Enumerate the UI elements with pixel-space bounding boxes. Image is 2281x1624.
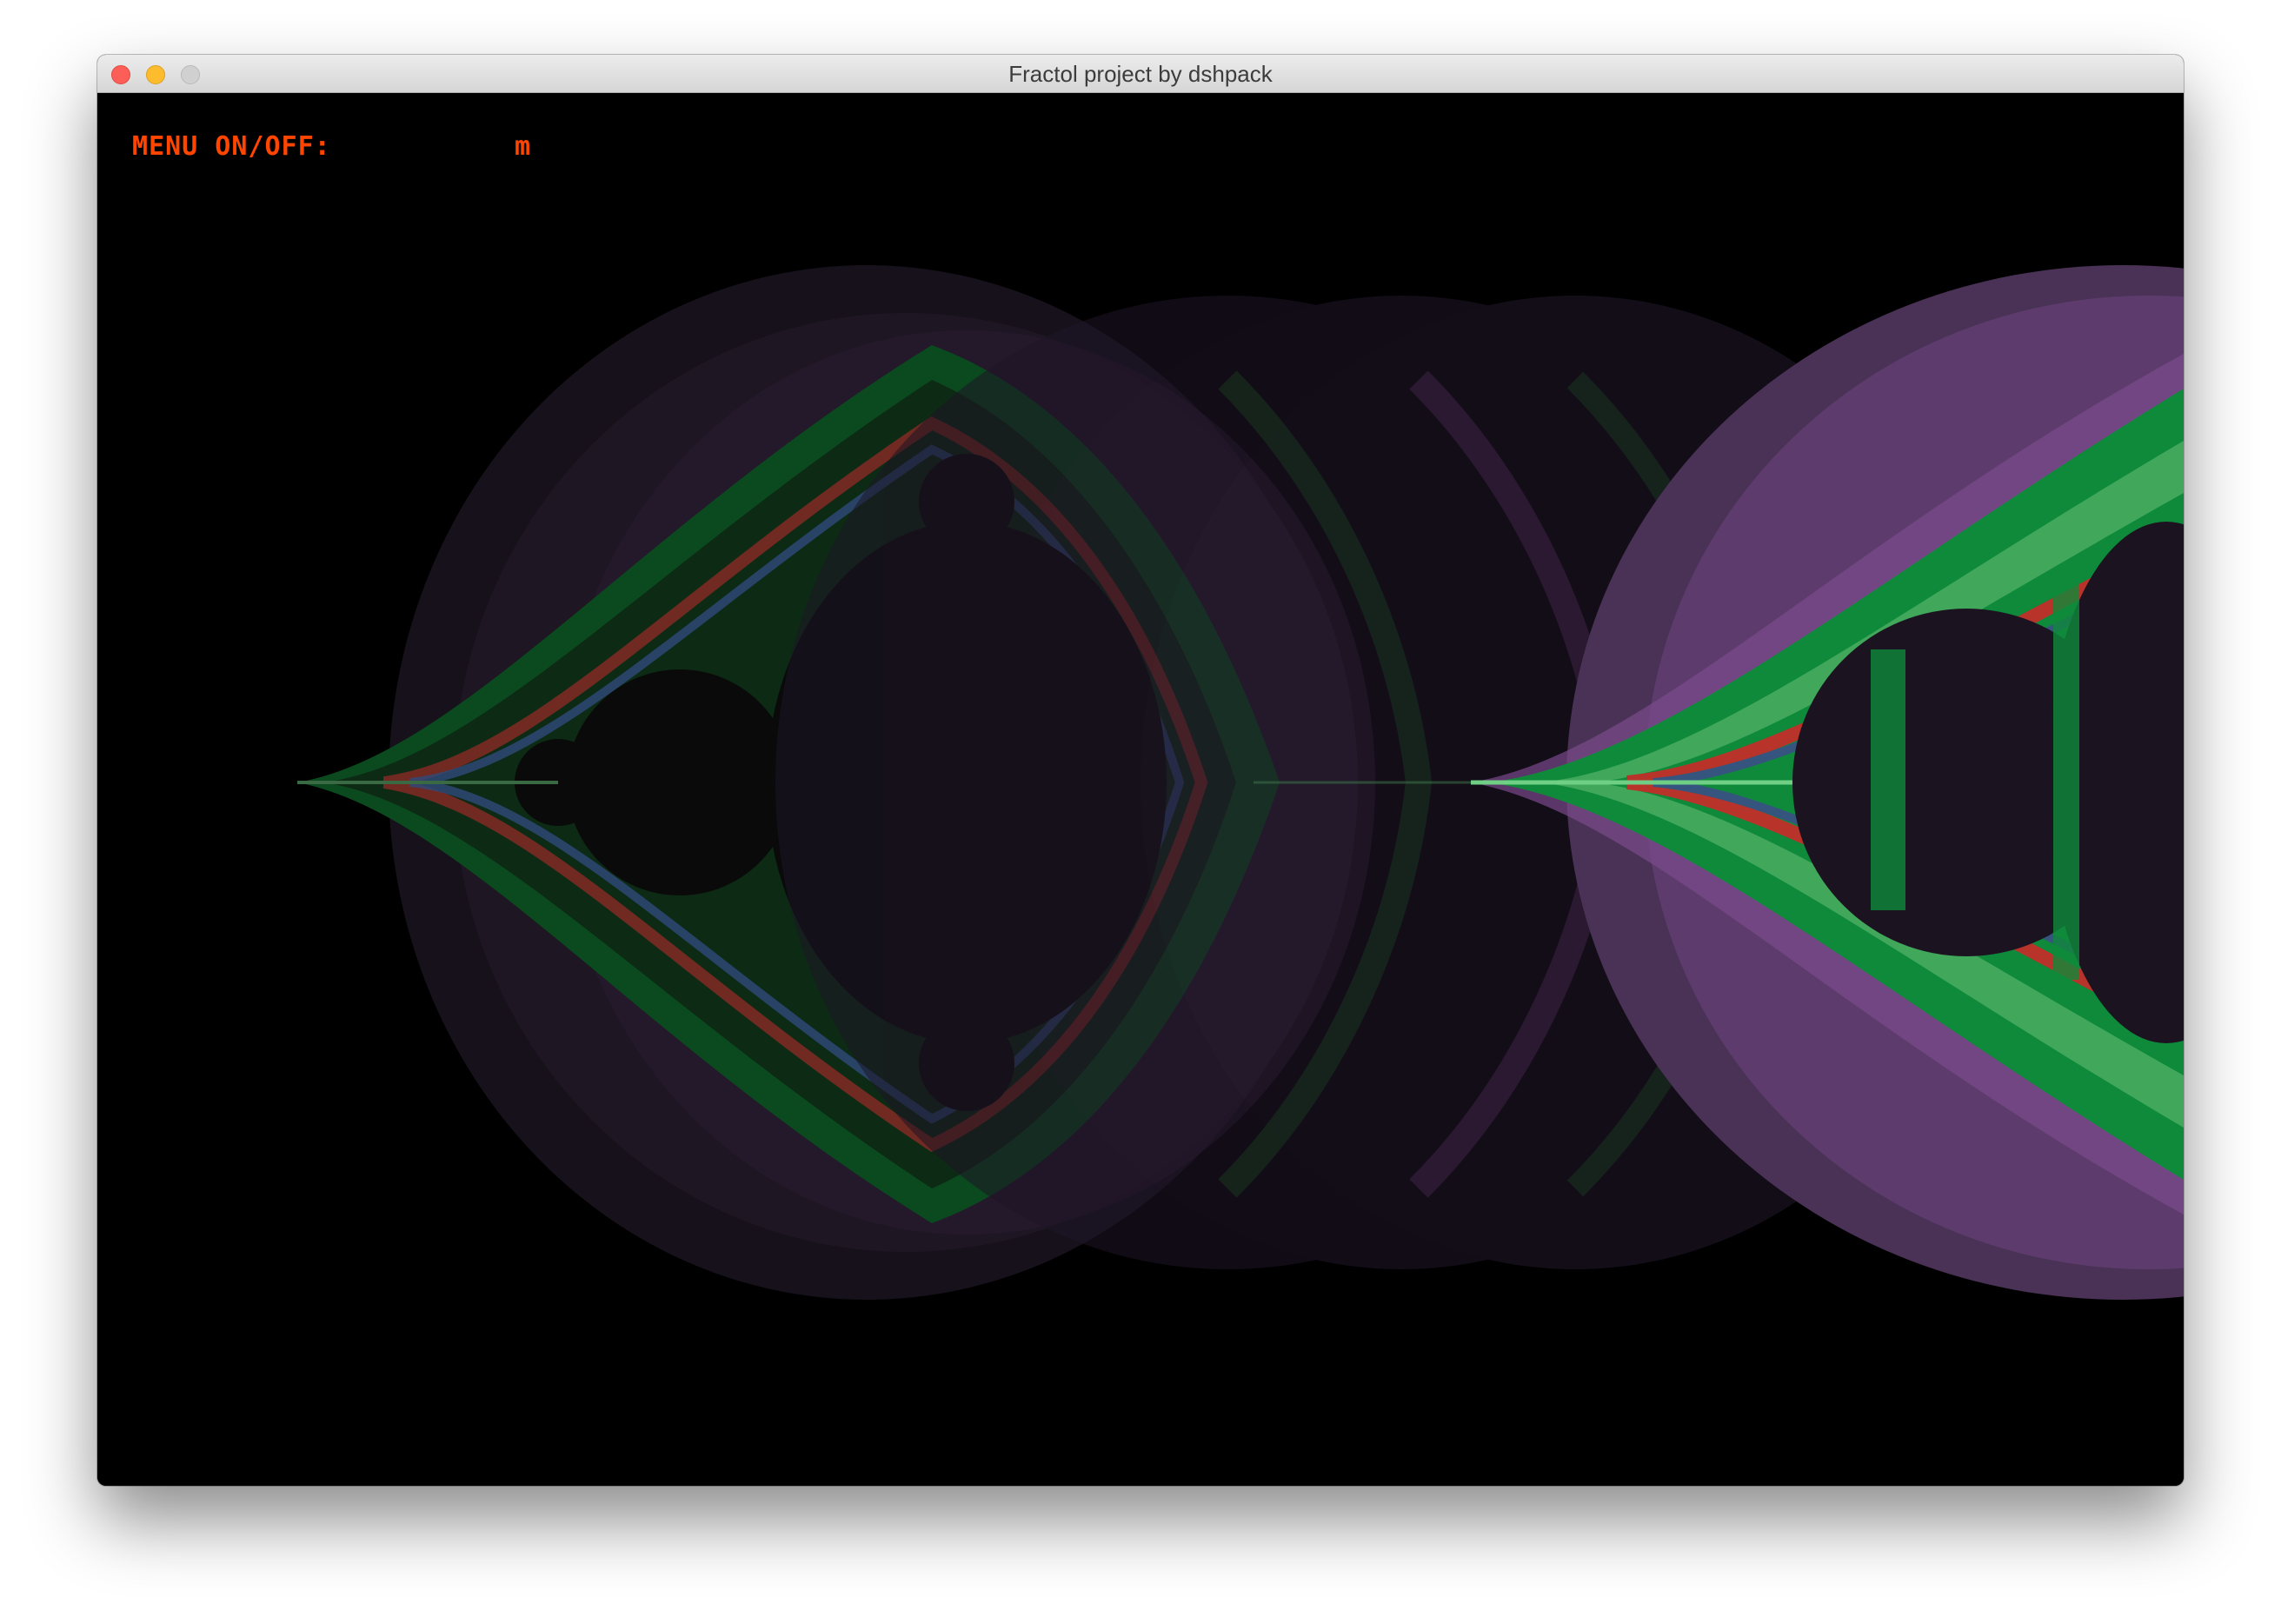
fractal-canvas[interactable]: MENU ON/OFF: m — [97, 93, 2184, 1486]
app-window: Fractol project by dshpack MENU ON/OFF: … — [97, 55, 2184, 1486]
menu-toggle-label: MENU ON/OFF: — [132, 131, 331, 162]
menu-toggle-key: m — [515, 131, 532, 162]
window-title: Fractol project by dshpack — [1008, 61, 1273, 87]
fractal-image — [297, 265, 2184, 1300]
title-bar[interactable]: Fractol project by dshpack — [97, 55, 2184, 93]
